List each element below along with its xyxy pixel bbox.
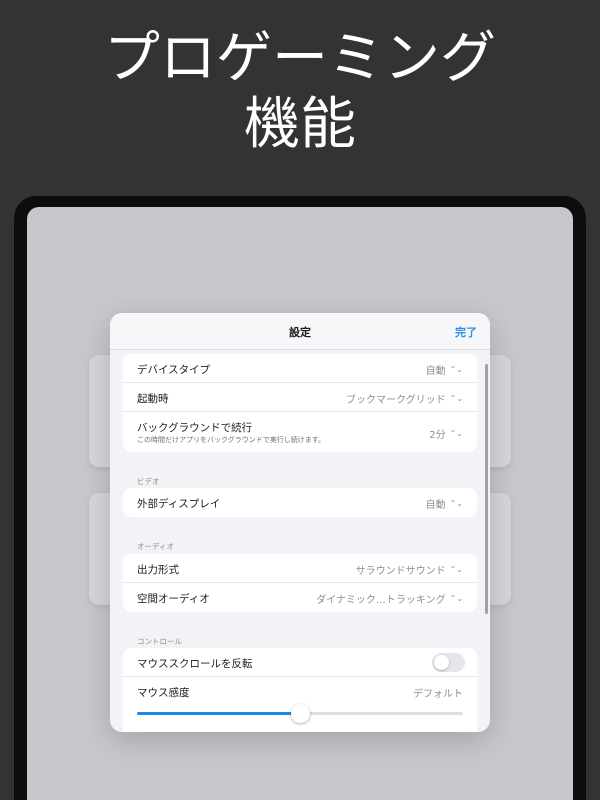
row-label: マウス感度 [137,687,190,699]
slider-fill [137,712,300,715]
device-type-row[interactable]: デバイスタイプ 自動 ⌃⌄ [123,354,477,383]
slider-thumb[interactable] [291,704,310,723]
invert-scroll-row[interactable]: マウススクロールを反転 [123,648,477,677]
general-group: デバイスタイプ 自動 ⌃⌄ 起動時 ブックマークグリッド ⌃⌄ バックグラウンド… [123,354,477,452]
audio-group: 出力形式 サラウンドサウンド ⌃⌄ 空間オーディオ ダイナミック…トラッキング … [123,554,477,612]
on-launch-row[interactable]: 起動時 ブックマークグリッド ⌃⌄ [123,383,477,412]
chevron-up-down-icon: ⌃⌄ [449,593,463,603]
row-value: 2分 [429,430,446,441]
spatial-audio-select[interactable]: ダイナミック…トラッキング ⌃⌄ [316,591,463,607]
row-label: 出力形式 [137,564,179,576]
output-format-row[interactable]: 出力形式 サラウンドサウンド ⌃⌄ [123,554,477,583]
row-value: サラウンドサウンド [355,566,446,577]
promo-title-line1: プロゲーミング [104,26,496,91]
row-label: バックグラウンドで続行 [137,422,253,434]
row-label: 起動時 [137,393,169,405]
controls-group: マウススクロールを反転 マウス感度 デフォルト [123,648,477,732]
sheet-header: 設定 完了 [110,313,490,350]
row-label: デバイスタイプ [137,364,211,376]
background-continue-select[interactable]: 2分 ⌃⌄ [429,426,463,442]
scroll-indicator[interactable] [485,364,488,614]
background-continue-row[interactable]: バックグラウンドで続行 この時間だけアプリをバックグラウンドで実行し続けます。 … [123,412,477,452]
section-header-audio: オーディオ [137,542,174,551]
row-label: 空間オーディオ [137,593,210,605]
section-header-controls: コントロール [137,637,182,646]
settings-sheet: 設定 完了 デバイスタイプ 自動 ⌃⌄ 起動時 ブックマークグリッド ⌃⌄ バッ… [110,313,490,732]
chevron-up-down-icon: ⌃⌄ [449,428,463,438]
external-display-row[interactable]: 外部ディスプレイ 自動 ⌃⌄ [123,488,477,517]
row-label: 外部ディスプレイ [137,498,221,510]
row-value: 自動 [425,366,446,377]
mouse-sensitivity-row: マウス感度 デフォルト [123,677,477,732]
row-label: マウススクロールを反転 [137,658,253,670]
mouse-sensitivity-slider[interactable] [137,704,463,723]
spatial-audio-row[interactable]: 空間オーディオ ダイナミック…トラッキング ⌃⌄ [123,583,477,612]
external-display-select[interactable]: 自動 ⌃⌄ [425,496,463,512]
chevron-up-down-icon: ⌃⌄ [449,564,463,574]
done-button[interactable]: 完了 [455,324,477,340]
device-type-select[interactable]: 自動 ⌃⌄ [425,362,463,378]
sheet-title: 設定 [289,326,311,339]
chevron-up-down-icon: ⌃⌄ [449,393,463,403]
row-value: ブックマークグリッド [345,395,446,406]
on-launch-select[interactable]: ブックマークグリッド ⌃⌄ [345,391,463,407]
video-group: 外部ディスプレイ 自動 ⌃⌄ [123,488,477,517]
section-header-video: ビデオ [137,477,160,486]
invert-scroll-toggle[interactable] [432,653,465,672]
promo-title: プロゲーミング 機能 [0,26,600,158]
settings-content[interactable]: デバイスタイプ 自動 ⌃⌄ 起動時 ブックマークグリッド ⌃⌄ バックグラウンド… [110,350,490,732]
row-value: ダイナミック…トラッキング [316,595,446,606]
output-format-select[interactable]: サラウンドサウンド ⌃⌄ [355,562,463,578]
promo-title-line2: 機能 [244,92,356,157]
chevron-up-down-icon: ⌃⌄ [449,498,463,508]
mouse-sensitivity-value: デフォルト [413,689,463,700]
row-sublabel: この時間だけアプリをバックグラウンドで実行し続けます。 [137,436,326,444]
toggle-knob [434,655,449,670]
chevron-up-down-icon: ⌃⌄ [449,364,463,374]
row-value: 自動 [425,500,446,511]
